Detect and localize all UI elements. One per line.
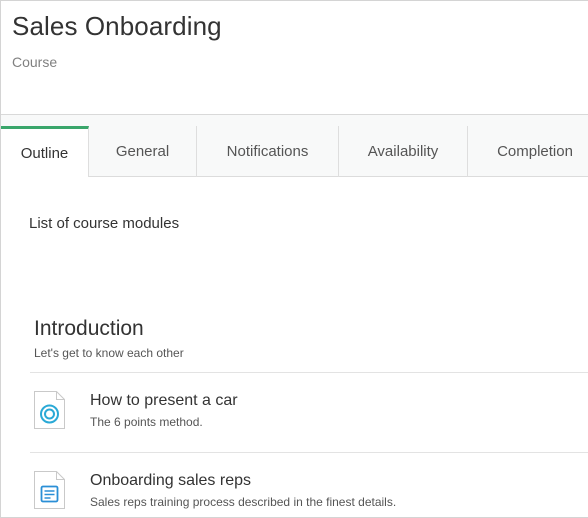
tab-outline[interactable]: Outline — [1, 126, 89, 178]
tab-bar: Outline General Notifications Availabili… — [1, 115, 588, 178]
tab-completion[interactable]: Completion — [468, 126, 588, 177]
modules-caption: List of course modules — [29, 215, 180, 232]
module-row[interactable]: Onboarding sales reps Sales reps trainin… — [30, 452, 588, 518]
section-description: Let's get to know each other — [34, 346, 184, 360]
module-description: Sales reps training process described in… — [90, 495, 397, 509]
module-row[interactable]: How to present a car The 6 points method… — [30, 372, 588, 452]
circle-target-icon — [34, 391, 65, 429]
page-header: Sales Onboarding Course — [1, 1, 588, 115]
outline-content: List of course modules Introduction Let'… — [1, 177, 588, 517]
section-title: Introduction — [34, 317, 144, 340]
document-text-icon — [34, 471, 65, 509]
page-subtitle: Course — [12, 54, 58, 70]
module-title: Onboarding sales reps — [90, 472, 251, 489]
tab-general[interactable]: General — [89, 126, 197, 177]
module-description: The 6 points method. — [90, 415, 203, 429]
tab-notifications[interactable]: Notifications — [197, 126, 339, 177]
page-title: Sales Onboarding — [12, 11, 222, 41]
module-title: How to present a car — [90, 392, 238, 409]
tab-availability[interactable]: Availability — [339, 126, 468, 177]
